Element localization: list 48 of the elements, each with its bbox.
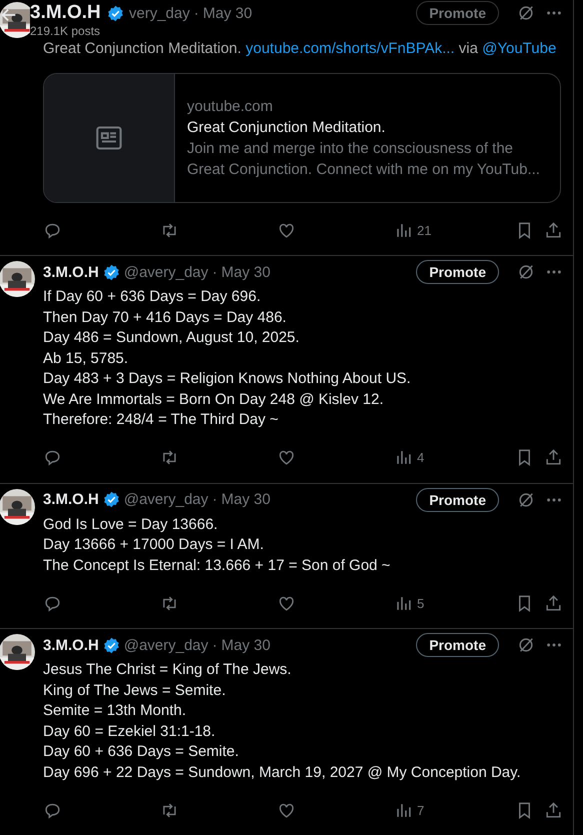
post-text: Great Conjunction Meditation. youtube.com/shorts/vFnBPAk... via @YouTube: [43, 39, 558, 59]
post-date[interactable]: May 30: [221, 491, 270, 508]
user-handle[interactable]: @avery_day: [124, 636, 208, 654]
link-card[interactable]: youtube.com Great Conjunction Meditation. Join me and merge into the consciousness of the Great Conjunction. Connect with me on my YouTub...: [43, 73, 561, 203]
card-description: Join me and merge into the consciousness of the Great Conjunction. Connect with me on my YouTub...: [187, 139, 541, 180]
post-text: King of The Jews = Semite.: [43, 680, 227, 700]
user-handle[interactable]: @avery_day: [124, 491, 208, 508]
post-text: Day 60 = Ezekiel 31:1-18.: [43, 722, 216, 742]
user-name[interactable]: 3.M.O.H: [43, 264, 99, 280]
promote-button[interactable]: Promote: [416, 260, 499, 284]
post-text: Semite = 13th Month.: [43, 701, 187, 721]
profile-name: 3.M.O.H: [30, 2, 101, 24]
post-count: 219.1K posts: [30, 24, 102, 38]
post-text: Day 696 + 22 Days = Sundown, March 19, 2027 @ My Conception Day.: [43, 762, 522, 782]
view-count: 7: [417, 802, 424, 818]
user-name[interactable]: 3.M.O.H: [43, 491, 99, 508]
post-text: Then Day 70 + 416 Days = Day 486.: [43, 308, 288, 328]
post-text: Jesus The Christ = King of The Jews.: [43, 660, 292, 680]
view-count: 4: [417, 450, 424, 465]
separator-dot: ·: [212, 636, 218, 654]
user-name[interactable]: 3.M.O.H: [43, 636, 99, 654]
post-date[interactable]: May 30: [221, 264, 270, 280]
promote-button[interactable]: Promote: [416, 1, 499, 25]
card-domain: youtube.com: [187, 97, 274, 117]
user-handle[interactable]: @avery_day: [124, 264, 208, 280]
separator-dot: ·: [194, 4, 199, 22]
post-text: The Concept Is Eternal: 13.666 + 17 = Son of God ~: [43, 556, 392, 576]
promote-button[interactable]: Promote: [416, 633, 499, 657]
post-text: God Is Love = Day 13666.: [43, 514, 219, 534]
view-count: 21: [417, 222, 432, 238]
link[interactable]: @YouTube: [482, 40, 556, 57]
post-text: Ab 15, 5785.: [43, 348, 130, 368]
post-text: If Day 60 + 636 Days = Day 696.: [43, 287, 262, 307]
link[interactable]: youtube.com/shorts/vFnBPAk...: [246, 40, 455, 57]
promote-button[interactable]: Promote: [416, 488, 499, 512]
post-text: Day 13666 + 17000 Days = I AM.: [43, 535, 265, 555]
post-text: Therefore: 248/4 = The Third Day ~: [43, 410, 280, 430]
post-text: We Are Immortals = Born On Day 248 @ Kislev 12.: [43, 390, 385, 410]
post-text: Day 60 + 636 Days = Semite.: [43, 742, 240, 762]
post-text: Day 483 + 3 Days = Religion Knows Nothing About US.: [43, 369, 412, 389]
card-title: Great Conjunction Meditation.: [187, 118, 386, 138]
separator-dot: ·: [212, 491, 218, 508]
post-date[interactable]: May 30: [221, 636, 270, 654]
user-handle[interactable]: very_day: [129, 4, 190, 22]
separator-dot: ·: [212, 264, 218, 280]
view-count: 5: [417, 596, 424, 610]
post-date[interactable]: May 30: [202, 4, 252, 22]
post-text: Day 486 = Sundown, August 10, 2025.: [43, 328, 300, 348]
